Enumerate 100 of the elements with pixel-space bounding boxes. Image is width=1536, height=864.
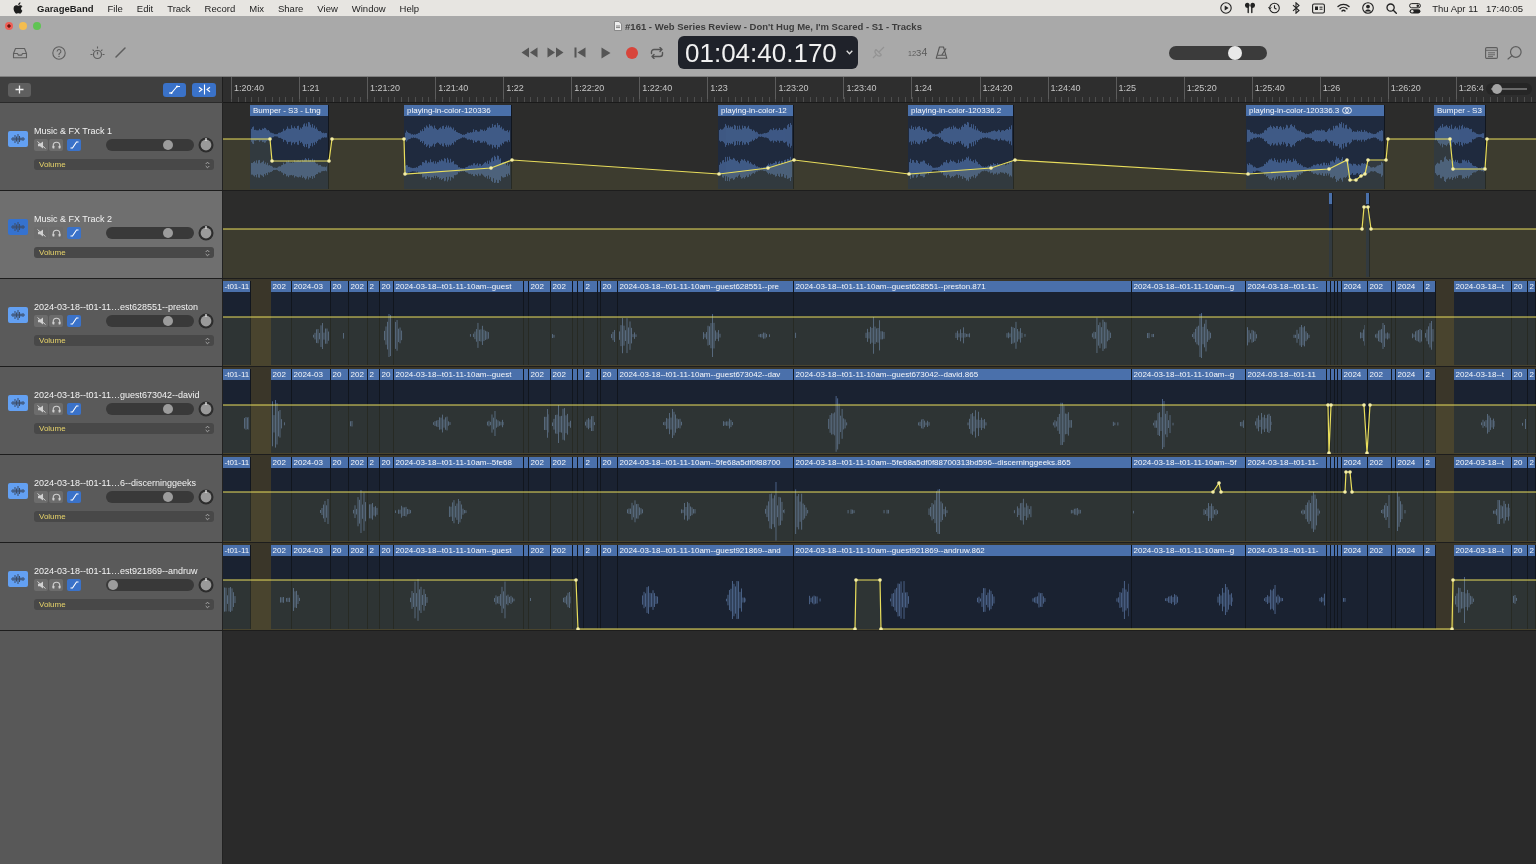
slider-knob[interactable]	[107, 580, 118, 590]
automation-parameter-dropdown[interactable]: Volume	[34, 247, 214, 258]
volume-slider[interactable]	[106, 139, 194, 151]
automation-parameter-dropdown[interactable]: Volume	[34, 423, 214, 434]
skip-to-start-icon[interactable]	[574, 47, 586, 58]
menu-item[interactable]: Share	[278, 2, 304, 14]
pan-knob[interactable]	[198, 577, 214, 593]
solo-button[interactable]	[49, 315, 63, 327]
automation-curve[interactable]	[223, 314, 1536, 366]
repeat-icon[interactable]	[650, 46, 664, 59]
pan-knob[interactable]	[198, 137, 214, 153]
volume-slider[interactable]	[106, 579, 194, 591]
automation-button[interactable]	[67, 315, 81, 327]
region-name: 202	[349, 457, 364, 468]
region-name: 202	[551, 457, 566, 468]
automation-parameter-dropdown[interactable]: Volume	[34, 159, 214, 170]
earbuds-icon[interactable]	[1244, 2, 1257, 14]
play-icon[interactable]	[601, 46, 611, 59]
automation-button[interactable]	[163, 82, 186, 97]
metronome-icon[interactable]	[935, 46, 949, 59]
waveform	[353, 490, 366, 534]
menu-item[interactable]: Track	[167, 2, 191, 14]
menu-item[interactable]: Window	[351, 2, 386, 14]
toggles-icon[interactable]	[1409, 2, 1422, 14]
fast-forward-icon[interactable]	[547, 47, 564, 58]
person-circle-icon[interactable]	[1362, 2, 1375, 14]
close-button[interactable]	[5, 22, 13, 30]
dial-icon[interactable]	[90, 45, 105, 60]
track-header[interactable]: Music & FX Track 2 Volume	[0, 191, 223, 278]
slider-knob[interactable]	[1228, 45, 1242, 60]
volume-slider[interactable]	[106, 227, 194, 239]
mute-button[interactable]	[34, 139, 48, 151]
zoom-slider[interactable]	[1486, 83, 1532, 95]
volume-slider[interactable]	[106, 491, 194, 503]
volume-slider[interactable]	[106, 315, 194, 327]
help-icon[interactable]	[52, 45, 66, 60]
slider-knob[interactable]	[162, 404, 173, 414]
lcd-display[interactable]: 01:04:40.170	[678, 36, 858, 69]
mute-button[interactable]	[34, 315, 48, 327]
solo-button[interactable]	[49, 491, 63, 503]
apple-icon[interactable]	[13, 2, 23, 14]
add-track-button[interactable]	[8, 82, 31, 97]
automation-parameter-dropdown[interactable]: Volume	[34, 511, 214, 522]
region-name: 2024-03-18--t	[1454, 281, 1504, 292]
slider-knob[interactable]	[162, 228, 173, 238]
catch-button[interactable]	[192, 82, 216, 97]
solo-button[interactable]	[49, 579, 63, 591]
slider-knob[interactable]	[162, 316, 173, 326]
solo-button[interactable]	[49, 403, 63, 415]
automation-button[interactable]	[67, 491, 81, 503]
region-name: 2024-03-18--t01-11-	[1246, 281, 1319, 292]
master-volume-slider[interactable]	[1169, 45, 1268, 60]
mute-button[interactable]	[34, 491, 48, 503]
automation-curve[interactable]	[223, 402, 1536, 454]
search-icon[interactable]	[1386, 2, 1398, 14]
slider-knob[interactable]	[162, 140, 173, 150]
menu-item[interactable]: Mix	[249, 2, 264, 14]
pan-knob[interactable]	[198, 225, 214, 241]
automation-button[interactable]	[67, 139, 81, 151]
menu-item[interactable]: Record	[204, 2, 236, 14]
chevron-down-icon[interactable]	[846, 50, 853, 55]
notepad-icon[interactable]	[1485, 46, 1498, 59]
bluetooth-icon[interactable]	[1292, 2, 1301, 14]
pan-knob[interactable]	[198, 313, 214, 329]
mute-button[interactable]	[34, 579, 48, 591]
tray-icon[interactable]	[12, 46, 28, 59]
slider-knob[interactable]	[1492, 84, 1503, 94]
card-icon[interactable]	[1312, 2, 1326, 14]
region-name: 202	[529, 545, 544, 556]
wifi-icon[interactable]	[1337, 3, 1351, 13]
automation-button[interactable]	[67, 403, 81, 415]
rewind-icon[interactable]	[521, 47, 538, 58]
slider-knob[interactable]	[162, 492, 173, 502]
timeline-ruler[interactable]: 1:20:40 1:21 1:21:20 1:21:40 1:22 1:22:20 1:22:40 1:23 1:23:20 1:23:40 1:24 1:24:20 1:24:40 1:25 1:25:20 1:25:40 1:26 1:26:20 1:26:4	[223, 77, 1536, 103]
automation-parameter-dropdown[interactable]: Volume	[34, 335, 214, 346]
solo-button[interactable]	[49, 139, 63, 151]
automation-curve[interactable]	[223, 469, 1536, 542]
automation-parameter-dropdown[interactable]: Volume	[34, 599, 214, 610]
region-name: 2024-03-18--t01-11-10am--5fe68	[394, 457, 512, 468]
menu-item[interactable]: Help	[399, 2, 420, 14]
magnifier-icon[interactable]	[1507, 45, 1522, 60]
app-menu[interactable]: GarageBand	[37, 2, 94, 14]
pan-knob[interactable]	[198, 401, 214, 417]
diagonal-line-icon[interactable]	[115, 47, 126, 58]
region-name: playing-in-color-12	[720, 105, 787, 116]
music-region[interactable]	[1366, 193, 1370, 277]
automation-button[interactable]	[67, 579, 81, 591]
clock-icon[interactable]	[1268, 2, 1281, 14]
mute-button[interactable]	[34, 403, 48, 415]
play-circle-icon[interactable]	[1220, 2, 1233, 14]
headphones-icon	[51, 229, 61, 237]
pan-knob[interactable]	[198, 489, 214, 505]
automation-curve[interactable]	[223, 136, 1536, 190]
region-name: 2	[1424, 545, 1430, 556]
menu-item[interactable]: View	[317, 2, 338, 14]
menu-item[interactable]: File	[107, 2, 123, 14]
automation-curve[interactable]	[223, 577, 1536, 630]
volume-slider[interactable]	[106, 403, 194, 415]
ruler-label: 1:21	[302, 83, 320, 93]
menu-item[interactable]: Edit	[136, 2, 154, 14]
